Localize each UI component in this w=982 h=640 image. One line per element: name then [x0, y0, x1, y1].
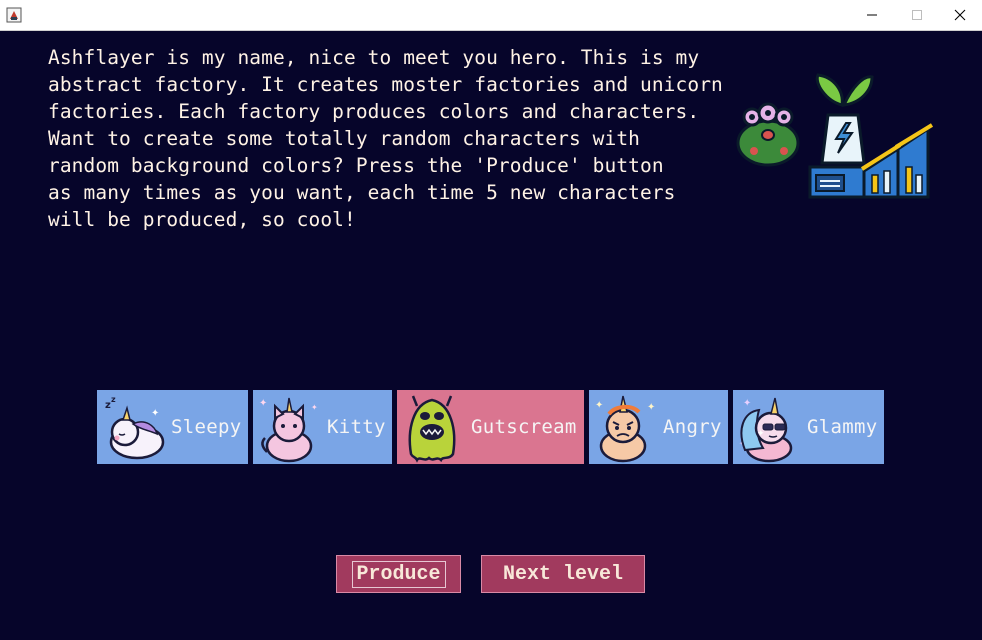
svg-text:✦: ✦ [311, 403, 318, 412]
monster-factory-illustration [736, 73, 934, 199]
character-tile-gutscream: Gutscream [397, 390, 584, 464]
produce-button[interactable]: Produce [336, 555, 461, 593]
svg-text:z: z [111, 395, 116, 404]
glammy-unicorn-icon: ✦ ✦ ✦ [739, 397, 793, 463]
svg-text:✦: ✦ [151, 408, 159, 419]
character-name: Sleepy [171, 416, 242, 438]
character-tile-glammy: ✦ ✦ ✦ Glammy [733, 390, 884, 464]
title-bar [0, 0, 982, 31]
game-stage: Ashflayer is my name, nice to meet you h… [0, 31, 982, 640]
close-button[interactable] [937, 0, 982, 30]
intro-dialogue-text: Ashflayer is my name, nice to meet you h… [48, 46, 723, 231]
next-level-button-label: Next level [502, 562, 624, 586]
minimize-button[interactable] [849, 0, 895, 30]
character-name: Glammy [807, 416, 878, 438]
svg-text:✦: ✦ [757, 429, 765, 439]
leaf-icon [815, 73, 874, 107]
java-app-icon [6, 7, 22, 23]
kitty-unicorn-icon: ✦ ✦ [259, 397, 318, 463]
angry-unicorn-icon: ✦ ✦ [595, 395, 655, 463]
minimize-icon [867, 14, 877, 16]
svg-text:✦: ✦ [595, 400, 603, 411]
character-tile-sleepy: z z ✦ Sleepy [97, 390, 248, 464]
maximize-button[interactable] [894, 0, 940, 30]
character-tile-angry: ✦ ✦ Angry [589, 390, 728, 464]
character-name: Kitty [327, 416, 386, 438]
character-tile-kitty: ✦ ✦ Kitty [253, 390, 392, 464]
close-icon [954, 9, 966, 21]
frog-monster-icon [736, 102, 800, 167]
svg-text:✦: ✦ [647, 402, 655, 413]
slime-monster-icon [408, 395, 456, 463]
maximize-icon [912, 10, 922, 20]
character-name: Angry [663, 416, 722, 438]
svg-text:✦: ✦ [259, 398, 267, 409]
svg-text:✦: ✦ [743, 398, 751, 409]
produce-button-label: Produce [351, 560, 446, 588]
next-level-button[interactable]: Next level [481, 555, 645, 593]
sleepy-unicorn-icon: z z ✦ [105, 395, 165, 460]
character-name: Gutscream [471, 416, 577, 438]
